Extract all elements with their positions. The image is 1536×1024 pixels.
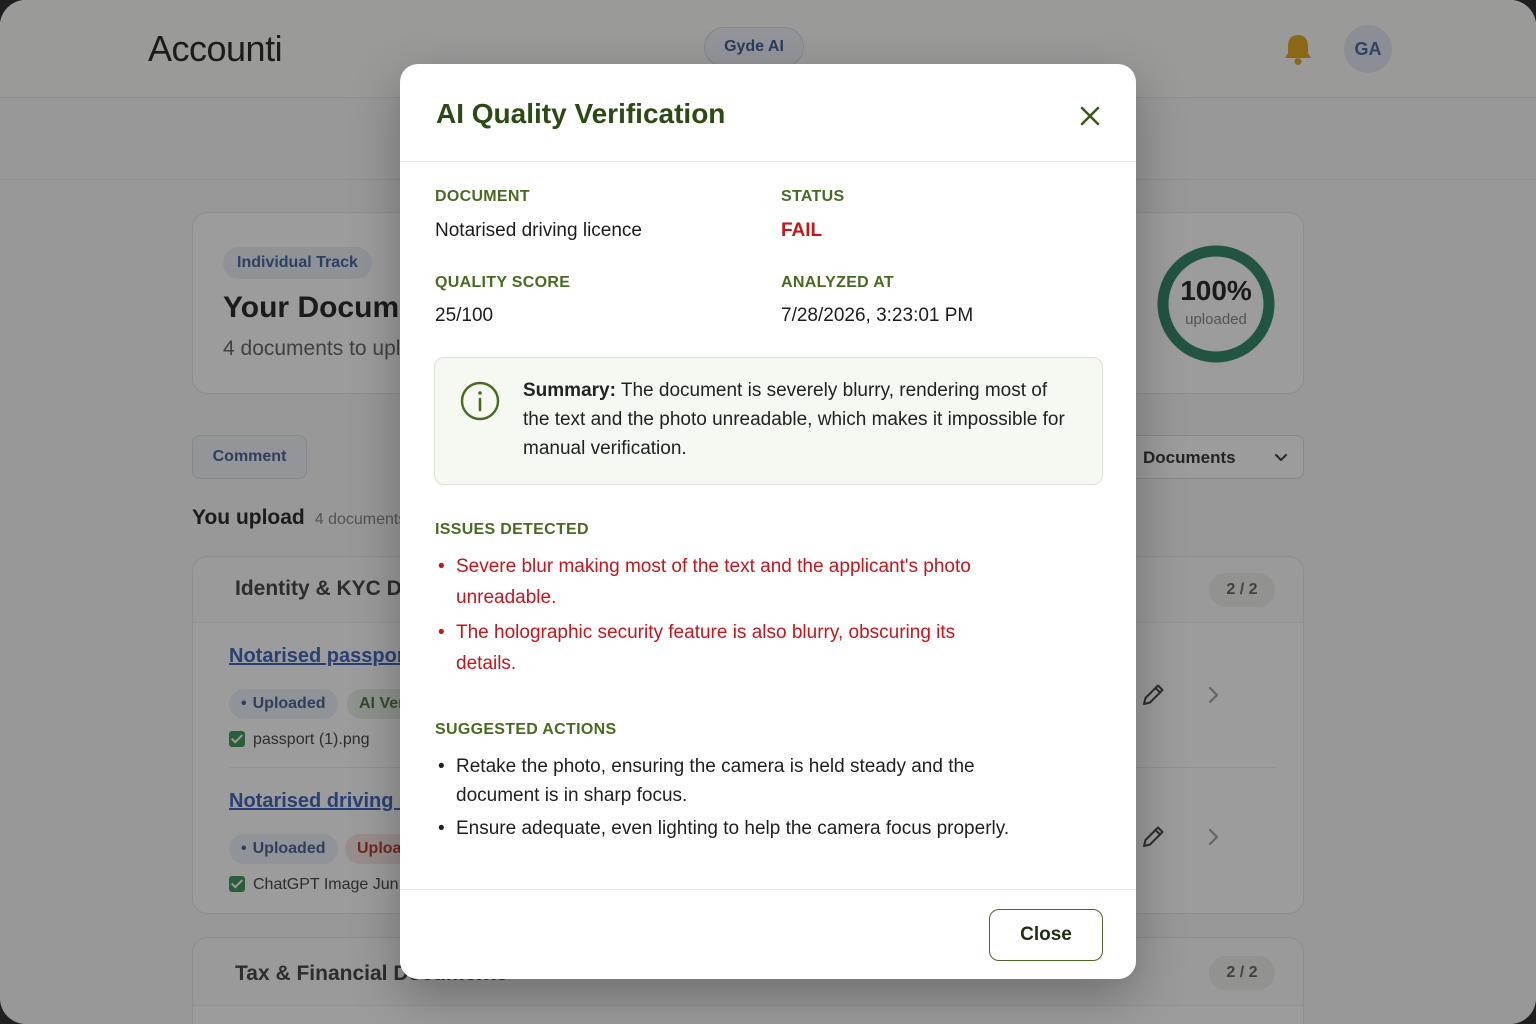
issues-heading: ISSUES DETECTED: [435, 521, 589, 538]
document-label: DOCUMENT: [435, 188, 530, 205]
summary-label: Summary:: [523, 380, 616, 401]
status-label: STATUS: [781, 188, 845, 205]
status-value: FAIL: [781, 220, 823, 241]
modal-title: AI Quality Verification: [436, 98, 726, 129]
quality-score-label: QUALITY SCORE: [435, 274, 571, 291]
actions-heading: SUGGESTED ACTIONS: [435, 721, 617, 738]
quality-score-value: 25/100: [435, 305, 494, 326]
issue-item: The holographic security feature is also…: [438, 617, 1016, 679]
ai-quality-verification-modal: AI Quality Verification DOCUMENT Notaris…: [400, 64, 1136, 979]
modal-header: AI Quality Verification: [400, 64, 1136, 162]
app-window: Accounti Gyde AI GA Individual Track You…: [0, 0, 1536, 1024]
summary-text: Summary: The document is severely blurry…: [523, 376, 1078, 463]
analyzed-at-value: 7/28/2026, 3:23:01 PM: [781, 305, 974, 326]
document-value: Notarised driving licence: [435, 220, 642, 241]
summary-box: Summary: The document is severely blurry…: [434, 357, 1103, 485]
analyzed-at-label: ANALYZED AT: [781, 274, 894, 291]
action-item: Retake the photo, ensuring the camera is…: [438, 752, 1026, 810]
close-button[interactable]: Close: [989, 909, 1103, 961]
issues-list: Severe blur making most of the text and …: [438, 551, 1016, 683]
action-item: Ensure adequate, even lighting to help t…: [438, 814, 1026, 843]
modal-footer: Close: [400, 889, 1136, 979]
issue-item: Severe blur making most of the text and …: [438, 551, 1016, 613]
actions-list: Retake the photo, ensuring the camera is…: [438, 752, 1026, 847]
info-icon: [460, 381, 500, 421]
close-icon[interactable]: [1076, 102, 1104, 130]
